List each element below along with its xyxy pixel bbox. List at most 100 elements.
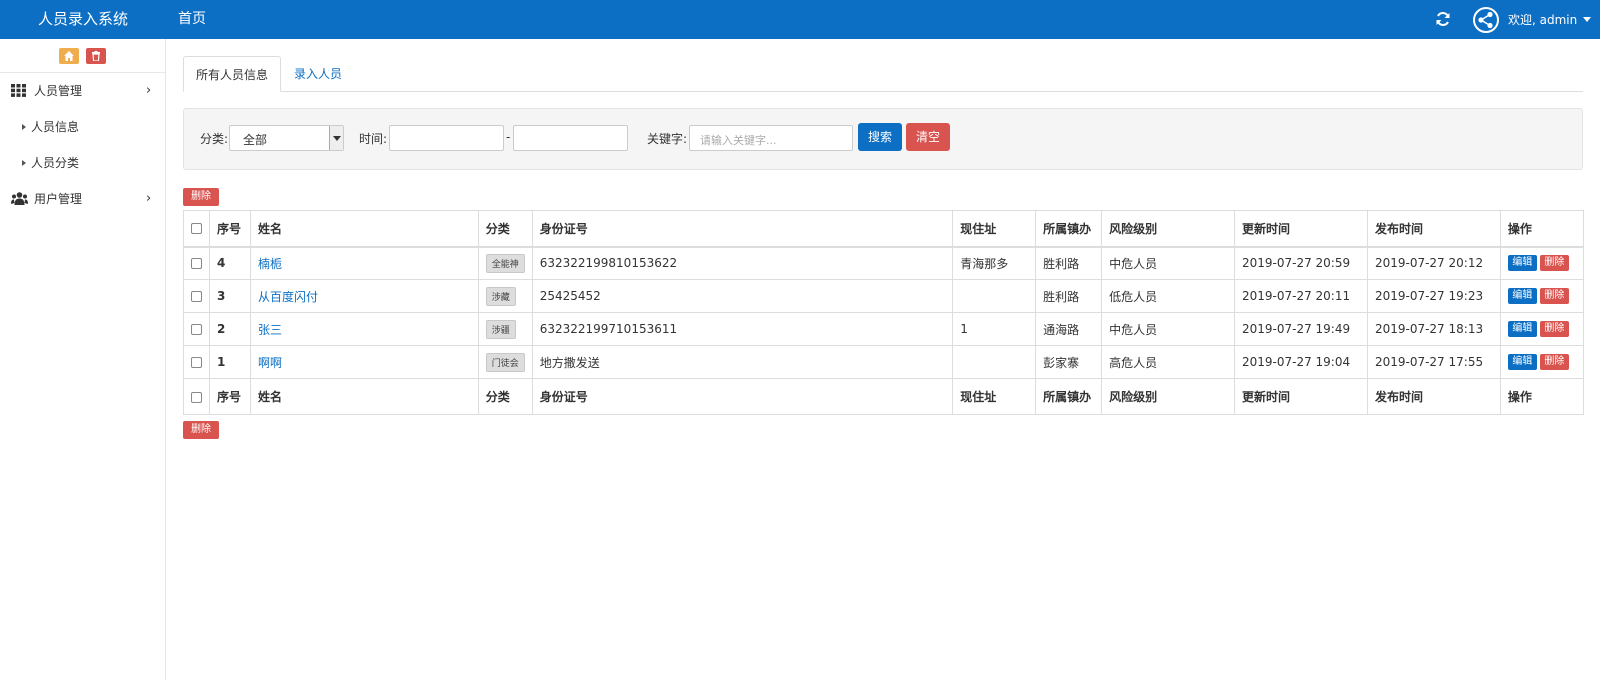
end-date-input[interactable] [513, 125, 628, 151]
column-header: 更新时间 [1233, 210, 1368, 248]
tab-add-personnel[interactable]: 录入人员 [282, 56, 354, 92]
person-name-link[interactable]: 楠栀 [258, 257, 282, 271]
select-all-checkbox[interactable] [191, 223, 202, 235]
person-name-link[interactable]: 从百度闪付 [258, 290, 318, 304]
cell-risk: 中危人员 [1101, 246, 1235, 280]
cell-id: 3 [209, 279, 251, 313]
category-badge: 涉藏 [485, 286, 516, 306]
delete-button[interactable]: 删除 [1539, 288, 1569, 304]
edit-button[interactable]: 编辑 [1507, 354, 1537, 370]
select-all-checkbox[interactable] [191, 391, 202, 403]
category-badge: 门徒会 [485, 352, 525, 372]
cell-town: 胜利路 [1035, 279, 1103, 313]
cell-risk: 低危人员 [1101, 279, 1235, 313]
bulk-delete-button-top[interactable]: 删除 [183, 188, 219, 206]
table-row: 4 楠栀 全能神 632322199810153622 青海那多 胜利路 中危人… [183, 246, 1585, 280]
sidebar-toolbar [0, 39, 165, 73]
row-checkbox[interactable] [191, 324, 202, 335]
column-header: 风险级别 [1101, 210, 1235, 248]
row-checkbox[interactable] [191, 291, 202, 302]
sidebar: 人员管理 › 人员信息 人员分类 用户管理 › [0, 39, 166, 680]
bulk-delete-button-bottom[interactable]: 删除 [183, 421, 219, 439]
caret-right-icon [22, 124, 26, 130]
category-select-value: 全部 [243, 133, 268, 147]
search-button[interactable]: 搜索 [858, 123, 902, 151]
sidebar-group-personnel[interactable]: 人员管理 › [0, 73, 165, 109]
sidebar-item-personnel-category[interactable]: 人员分类 [0, 145, 165, 181]
sidebar-item-label: 人员信息 [31, 120, 80, 134]
clear-button[interactable]: 清空 [906, 123, 950, 151]
cell-risk: 高危人员 [1101, 345, 1235, 379]
column-header: 更新时间 [1233, 378, 1368, 415]
person-name-link[interactable]: 张三 [258, 323, 282, 337]
row-checkbox[interactable] [191, 357, 202, 368]
tab-bar: 所有人员信息 录入人员 [183, 56, 1583, 92]
category-select[interactable]: 全部 [229, 125, 344, 151]
chevron-right-icon: › [146, 83, 152, 98]
chevron-down-icon [329, 126, 343, 150]
cell-town: 胜利路 [1035, 246, 1103, 280]
grid-icon [11, 84, 26, 97]
top-navbar: 人员录入系统 首页 欢迎, admin [0, 0, 1600, 39]
filter-panel: 分类: 全部 时间: - 关键字: 请输入关键字... 搜索 清空 [183, 108, 1583, 170]
select-all-cell [183, 210, 210, 248]
cell-id: 2 [209, 312, 251, 346]
tab-all-personnel[interactable]: 所有人员信息 [183, 56, 282, 92]
column-header: 序号 [209, 378, 251, 415]
row-checkbox[interactable] [191, 258, 202, 270]
table-header-row: 序号 姓名 分类 身份证号 现住址 所属镇办 风险级别 更新时间 发布时间 操作 [183, 210, 1585, 248]
keyword-placeholder: 请输入关键字... [700, 134, 777, 147]
category-label: 分类: [200, 132, 229, 146]
delete-button[interactable]: 删除 [1539, 321, 1569, 337]
column-header: 姓名 [249, 378, 479, 415]
column-header: 所属镇办 [1035, 210, 1103, 248]
start-date-input[interactable] [389, 125, 504, 151]
column-header: 序号 [209, 210, 251, 248]
cell-actions: 编辑 删除 [1499, 312, 1585, 346]
cell-updated: 2019-07-27 20:59 [1233, 246, 1368, 280]
edit-button[interactable]: 编辑 [1507, 288, 1537, 304]
caret-right-icon [22, 160, 26, 166]
cell-town: 通海路 [1035, 312, 1103, 346]
personnel-table: 序号 姓名 分类 身份证号 现住址 所属镇办 风险级别 更新时间 发布时间 操作… [183, 210, 1585, 415]
delete-button[interactable]: 删除 [1539, 354, 1569, 370]
cell-idcard: 地方撒发送 [531, 345, 954, 379]
cell-published: 2019-07-27 19:23 [1366, 279, 1501, 313]
cell-address: 1 [952, 312, 1037, 346]
welcome-text: 欢迎, admin [1508, 13, 1578, 27]
edit-button[interactable]: 编辑 [1507, 255, 1537, 272]
sidebar-group-label: 人员管理 [34, 84, 83, 98]
table-row: 2 张三 涉疆 632322199710153611 1 通海路 中危人员 20… [183, 312, 1585, 346]
chevron-right-icon: › [146, 191, 152, 206]
keyword-input[interactable]: 请输入关键字... [689, 125, 853, 151]
home-link[interactable]: 首页 [178, 0, 206, 39]
column-header: 操作 [1499, 210, 1585, 248]
cell-id: 4 [209, 246, 251, 280]
cell-published: 2019-07-27 17:55 [1366, 345, 1501, 379]
table-footer-row: 序号 姓名 分类 身份证号 现住址 所属镇办 风险级别 更新时间 发布时间 操作 [183, 378, 1585, 415]
refresh-icon[interactable] [1434, 10, 1452, 28]
sidebar-item-personnel-info[interactable]: 人员信息 [0, 109, 165, 145]
cell-idcard: 632322199810153622 [531, 246, 954, 280]
column-header: 身份证号 [531, 378, 954, 415]
sidebar-group-users[interactable]: 用户管理 › [0, 181, 165, 217]
cell-actions: 编辑 删除 [1499, 246, 1585, 280]
column-header: 现住址 [952, 210, 1037, 248]
column-header: 所属镇办 [1035, 378, 1103, 415]
home-button[interactable] [59, 48, 79, 64]
delete-button[interactable]: 删除 [1539, 255, 1569, 272]
column-header: 现住址 [952, 378, 1037, 415]
trash-button[interactable] [86, 48, 106, 64]
user-menu[interactable]: 欢迎, admin [1508, 0, 1592, 39]
column-header: 分类 [477, 210, 533, 248]
cell-town: 彭家寨 [1035, 345, 1103, 379]
edit-button[interactable]: 编辑 [1507, 321, 1537, 337]
cell-address: 青海那多 [952, 246, 1037, 280]
cell-updated: 2019-07-27 19:04 [1233, 345, 1368, 379]
share-icon[interactable] [1473, 7, 1499, 33]
cell-risk: 中危人员 [1101, 312, 1235, 346]
cell-updated: 2019-07-27 20:11 [1233, 279, 1368, 313]
person-name-link[interactable]: 啊啊 [258, 356, 282, 370]
app-title: 人员录入系统 [37, 10, 128, 28]
category-badge: 全能神 [485, 253, 525, 273]
